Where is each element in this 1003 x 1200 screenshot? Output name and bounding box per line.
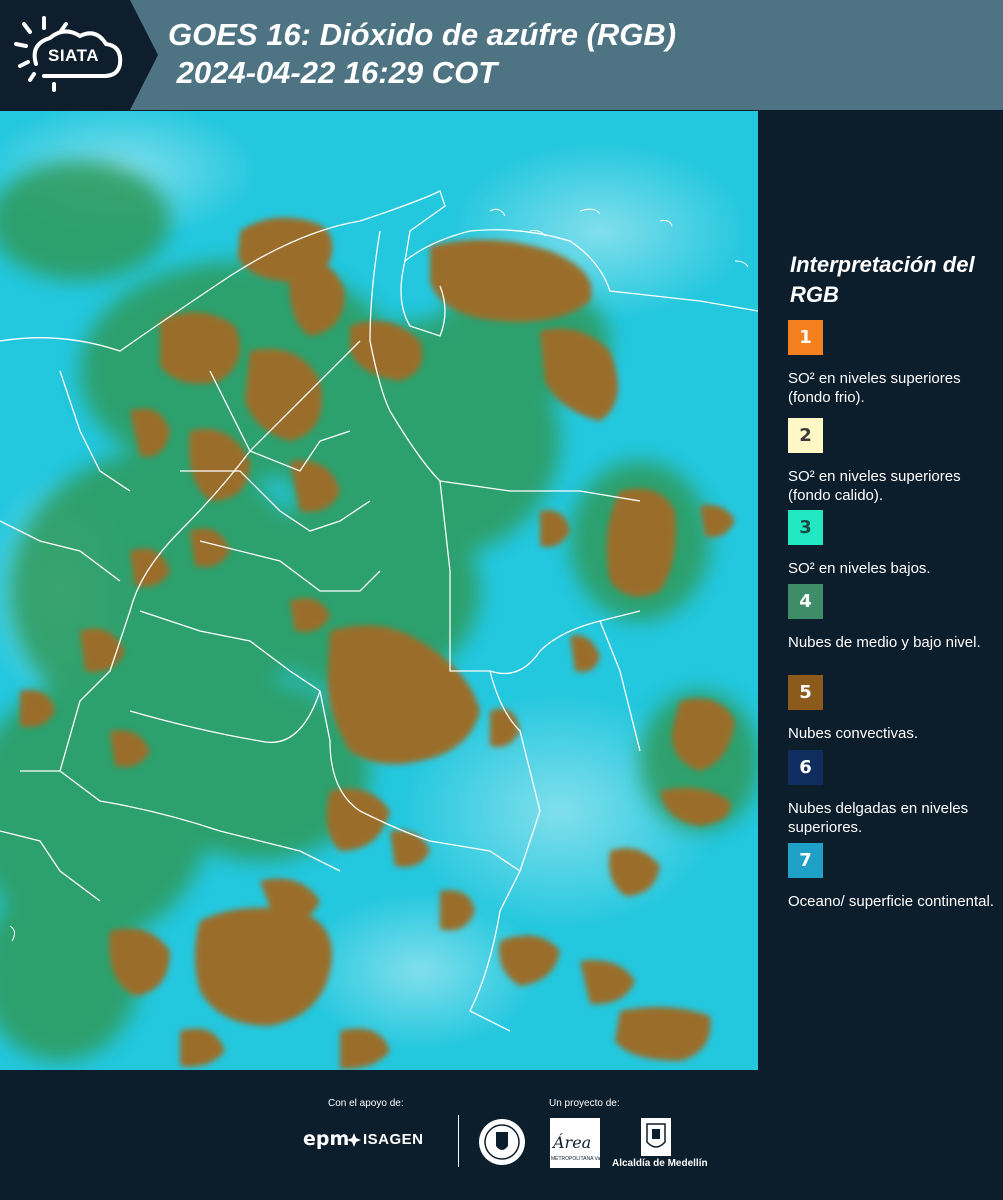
legend-number-3: 3: [799, 517, 812, 538]
legend-swatch-2: 2: [788, 418, 823, 453]
header-bar: SIATA GOES 16: Dióxido de azúfre (RGB) 2…: [0, 0, 1003, 110]
legend-item-2: 2 SO² en niveles superiores (fondo calid…: [788, 418, 998, 505]
legend-item-6: 6 Nubes delgadas en niveles superiores.: [788, 750, 998, 837]
legend-desc-1: SO² en niveles superiores (fondo frio).: [788, 370, 961, 406]
legend-item-3: 3 SO² en niveles bajos.: [788, 510, 998, 578]
legend-number-4: 4: [799, 591, 812, 612]
legend-desc-4: Nubes de medio y bajo nivel.: [788, 634, 981, 651]
legend-swatch-4: 4: [788, 584, 823, 619]
page-title: GOES 16: Dióxido de azúfre (RGB) 2024-04…: [168, 17, 677, 90]
project-label: Un proyecto de:: [549, 1098, 620, 1109]
rgb-composite-image: [0, 111, 758, 1070]
support-label: Con el apoyo de:: [328, 1098, 404, 1109]
legend-swatch-6: 6: [788, 750, 823, 785]
legend-item-7: 7 Oceano/ superficie continental.: [788, 843, 998, 911]
legend-number-6: 6: [799, 757, 812, 778]
legend-desc-7: Oceano/ superficie continental.: [788, 893, 994, 910]
legend-swatch-1: 1: [788, 320, 823, 355]
alcaldia-shield-icon[interactable]: [641, 1118, 671, 1156]
legend-item-4: 4 Nubes de medio y bajo nivel.: [788, 584, 998, 652]
medellin-seal-icon[interactable]: [478, 1118, 526, 1166]
legend-swatch-5: 5: [788, 675, 823, 710]
legend-number-2: 2: [799, 425, 812, 446]
legend-desc-6: Nubes delgadas en niveles superiores.: [788, 800, 969, 836]
footer: Con el apoyo de: Un proyecto de: epm ISA…: [0, 1070, 1003, 1200]
alcaldia-text: Alcaldía de Medellín: [612, 1158, 708, 1169]
legend-desc-3: SO² en niveles bajos.: [788, 560, 931, 577]
legend-desc-5: Nubes convectivas.: [788, 725, 919, 742]
legend-item-5: 5 Nubes convectivas.: [788, 675, 998, 743]
footer-divider: [458, 1115, 459, 1167]
legend-desc-2: SO² en niveles superiores (fondo calido)…: [788, 468, 961, 504]
legend-title: Interpretación del RGB: [790, 252, 975, 307]
area-logo-text: Área: [553, 1133, 592, 1152]
legend-number-7: 7: [799, 850, 812, 871]
legend-panel: Interpretación del RGB 1 SO² en niveles …: [758, 110, 1003, 1070]
siata-logo[interactable]: SIATA: [0, 0, 130, 110]
legend-number-1: 1: [799, 327, 812, 348]
legend-number-5: 5: [799, 682, 812, 703]
isagen-icon: [347, 1133, 361, 1147]
epm-logo[interactable]: epm: [303, 1128, 349, 1150]
isagen-logo[interactable]: ISAGEN: [363, 1131, 424, 1148]
legend-item-1: 1 SO² en niveles superiores (fondo frio)…: [788, 320, 998, 407]
logo-arrow: [130, 0, 158, 110]
legend-swatch-7: 7: [788, 843, 823, 878]
legend-swatch-3: 3: [788, 510, 823, 545]
satellite-map[interactable]: [0, 111, 758, 1070]
logo-text: SIATA: [48, 46, 99, 65]
